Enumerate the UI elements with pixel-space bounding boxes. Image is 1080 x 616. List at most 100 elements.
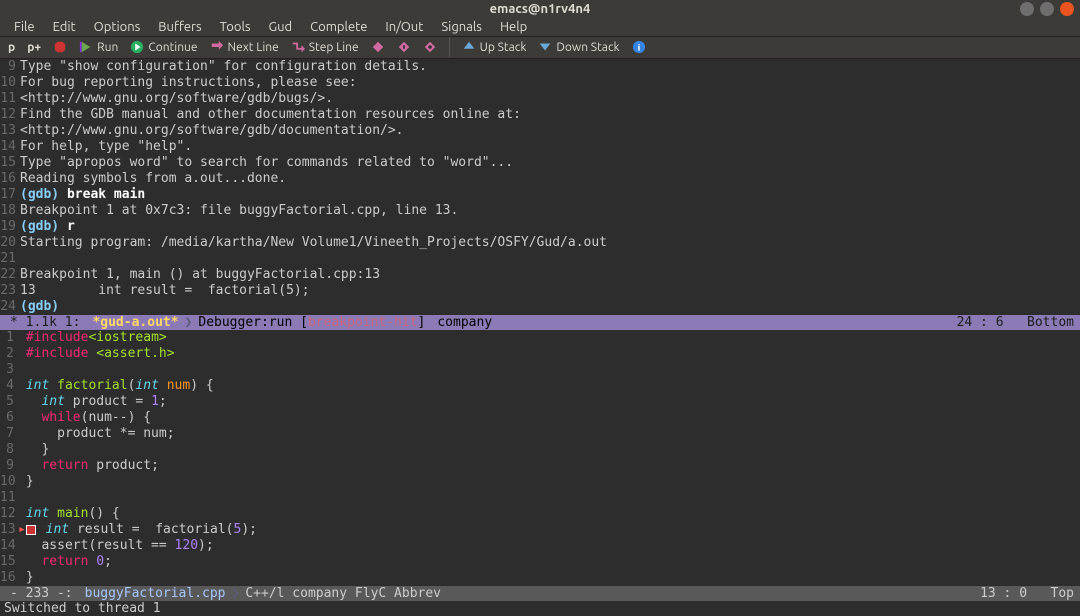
line-number: 20 xyxy=(0,235,20,251)
gdb-output-pane[interactable]: 9Type "show configuration" for configura… xyxy=(0,59,1080,315)
menu-options[interactable]: Options xyxy=(86,18,149,36)
src-code: } xyxy=(26,570,34,586)
modeline-minor: company xyxy=(431,315,498,330)
menu-edit[interactable]: Edit xyxy=(45,18,84,36)
window-title: emacs@n1rv4n4 xyxy=(490,2,591,16)
gdb-line: 20Starting program: /media/kartha/New Vo… xyxy=(0,235,1080,251)
src-code: return 0; xyxy=(26,554,112,570)
src-line: 5 int product = 1; xyxy=(0,394,1080,410)
toolbar-pplus[interactable]: p+ xyxy=(27,41,41,54)
menu-file[interactable]: File xyxy=(6,18,43,36)
gdb-line: 19(gdb) r xyxy=(0,219,1080,235)
gdb-text: Type "show configuration" for configurat… xyxy=(20,59,427,75)
src-code: int factorial(int num) { xyxy=(26,378,214,394)
window-controls xyxy=(1020,2,1074,16)
src-line: 7 product *= num; xyxy=(0,426,1080,442)
toolbar-p[interactable]: p xyxy=(8,41,15,54)
toolbar-nexti-icon[interactable] xyxy=(397,40,411,54)
line-number: 11 xyxy=(0,490,18,506)
line-number: 2 xyxy=(0,346,18,362)
close-icon[interactable] xyxy=(1060,2,1074,16)
modeline-position: 24 : 6 Bottom xyxy=(957,315,1074,330)
menu-complete[interactable]: Complete xyxy=(302,18,375,36)
toolbar-separator xyxy=(449,37,450,57)
src-code: while(num--) { xyxy=(26,410,151,426)
gdb-text: Reading symbols from a.out...done. xyxy=(20,171,286,187)
minimize-icon[interactable] xyxy=(1020,2,1034,16)
gdb-line: 21 xyxy=(0,251,1080,267)
svg-text:i: i xyxy=(637,43,640,54)
modeline2-position: 13 : 0 Top xyxy=(980,586,1074,601)
line-number: 15 xyxy=(0,155,20,171)
modeline-buffer: *gud-a.out* xyxy=(86,315,184,330)
line-number: 12 xyxy=(0,506,18,522)
gdb-line: 10For bug reporting instructions, please… xyxy=(0,75,1080,91)
modeline-flags: * 1.1k 1: xyxy=(4,315,86,330)
src-line: 8 } xyxy=(0,442,1080,458)
line-number: 19 xyxy=(0,219,20,235)
src-line: 6 while(num--) { xyxy=(0,410,1080,426)
step-line-button[interactable]: Step Line xyxy=(291,40,359,54)
modeline-gud: * 1.1k 1: *gud-a.out* ❯ Debugger:run [br… xyxy=(0,315,1080,330)
src-line: 3 xyxy=(0,362,1080,378)
line-number: 13 xyxy=(0,123,20,139)
line-number: 3 xyxy=(0,362,18,378)
window-titlebar: emacs@n1rv4n4 xyxy=(0,0,1080,18)
line-number: 9 xyxy=(0,458,18,474)
up-stack-button[interactable]: Up Stack xyxy=(462,40,527,54)
menu-tools[interactable]: Tools xyxy=(212,18,259,36)
line-number: 5 xyxy=(0,394,18,410)
stop-icon[interactable] xyxy=(53,40,67,54)
gdb-text: Breakpoint 1, main () at buggyFactorial.… xyxy=(20,267,380,283)
line-number: 15 xyxy=(0,554,18,570)
menu-in-out[interactable]: In/Out xyxy=(377,18,431,36)
up-stack-label: Up Stack xyxy=(480,41,527,54)
line-number: 16 xyxy=(0,171,20,187)
source-pane[interactable]: 1 #include<iostream>2 #include <assert.h… xyxy=(0,330,1080,586)
src-line: 11 xyxy=(0,490,1080,506)
menu-buffers[interactable]: Buffers xyxy=(150,18,209,36)
next-line-button[interactable]: Next Line xyxy=(210,40,279,54)
src-line: 14 assert(result == 120); xyxy=(0,538,1080,554)
gdb-text: 13 int result = factorial(5); xyxy=(20,283,310,299)
run-button[interactable]: Run xyxy=(79,40,118,54)
gdb-line: 18Breakpoint 1 at 0x7c3: file buggyFacto… xyxy=(0,203,1080,219)
gdb-text: <http://www.gnu.org/software/gdb/documen… xyxy=(20,123,404,139)
down-stack-label: Down Stack xyxy=(556,41,619,54)
line-number: 14 xyxy=(0,139,20,155)
modeline2-buffer: buggyFactorial.cpp xyxy=(79,586,232,601)
modeline2-modes: C++/l company FlyC Abbrev xyxy=(239,586,447,601)
modeline2-flags: - 233 -: xyxy=(4,586,79,601)
gdb-text: Find the GDB manual and other documentat… xyxy=(20,107,521,123)
gdb-line: 13<http://www.gnu.org/software/gdb/docum… xyxy=(0,123,1080,139)
src-line: 13▸ int result = factorial(5); xyxy=(0,522,1080,538)
modeline-status: Debugger:run [breakpoint-hit] xyxy=(192,315,431,330)
down-stack-button[interactable]: Down Stack xyxy=(538,40,619,54)
menu-signals[interactable]: Signals xyxy=(433,18,490,36)
minibuffer-text: Switched to thread 1 xyxy=(4,601,161,616)
line-number: 10 xyxy=(0,474,18,490)
maximize-icon[interactable] xyxy=(1040,2,1054,16)
minibuffer[interactable]: Switched to thread 1 xyxy=(0,601,1080,616)
continue-button[interactable]: Continue xyxy=(130,40,197,54)
line-number: 1 xyxy=(0,330,18,346)
info-icon[interactable]: i xyxy=(632,40,646,54)
toolbar: p p+ Run Continue Next Line Step Line Up… xyxy=(0,37,1080,59)
menu-gud[interactable]: Gud xyxy=(261,18,301,36)
menu-help[interactable]: Help xyxy=(492,18,535,36)
src-line: 12 int main() { xyxy=(0,506,1080,522)
gdb-line: 14For help, type "help". xyxy=(0,139,1080,155)
gdb-line: 22Breakpoint 1, main () at buggyFactoria… xyxy=(0,267,1080,283)
src-line: 16 } xyxy=(0,570,1080,586)
line-number: 11 xyxy=(0,91,20,107)
line-number: 8 xyxy=(0,442,18,458)
line-number: 10 xyxy=(0,75,20,91)
continue-label: Continue xyxy=(148,41,197,54)
finish-icon[interactable] xyxy=(371,40,385,54)
run-label: Run xyxy=(97,41,118,54)
toolbar-stepi-icon[interactable] xyxy=(423,40,437,54)
breakpoint-arrow-icon[interactable]: ▸ xyxy=(18,522,38,538)
src-code: } xyxy=(26,474,34,490)
src-line: 2 #include <assert.h> xyxy=(0,346,1080,362)
gdb-line: 11<http://www.gnu.org/software/gdb/bugs/… xyxy=(0,91,1080,107)
